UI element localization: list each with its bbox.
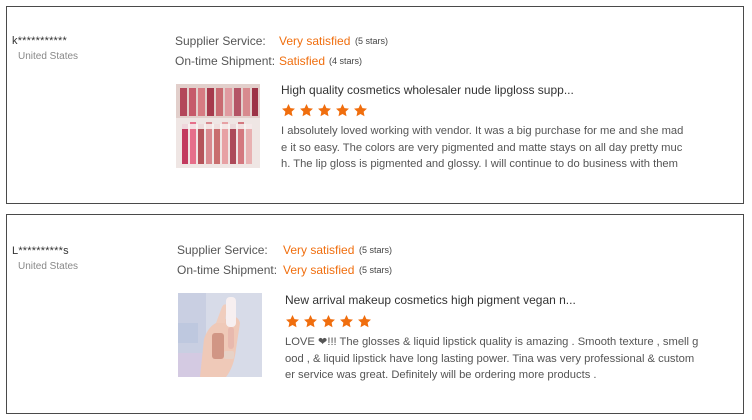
supplier-service-label: Supplier Service: [175, 34, 266, 48]
hand-swatch-photo[interactable] [178, 293, 262, 377]
star-icon [339, 314, 354, 329]
shipment-label: On-time Shipment: [175, 54, 276, 68]
rating-stars [285, 314, 372, 329]
star-icon [285, 314, 300, 329]
shipment-value: Satisfied [279, 54, 326, 68]
star-icon [317, 103, 332, 118]
buyer-country: United States [18, 261, 79, 272]
star-icon [281, 103, 296, 118]
review-card: k*********** United States Supplier Serv… [6, 6, 744, 204]
supplier-service-value: Very satisfied [283, 243, 355, 257]
star-icon [335, 103, 350, 118]
star-icon [321, 314, 336, 329]
review-text: I absolutely loved working with vendor. … [281, 125, 684, 170]
lipgloss-swatch-photo[interactable] [176, 84, 260, 168]
star-icon [303, 314, 318, 329]
buyer-country: United States [18, 51, 79, 62]
buyer-name: L**********s [12, 245, 69, 257]
star-icon [299, 103, 314, 118]
rating-stars [281, 103, 368, 118]
star-icon [353, 103, 368, 118]
shipment-stars: (5 stars) [359, 265, 393, 275]
product-title-link[interactable]: New arrival makeup cosmetics high pigmen… [285, 293, 576, 307]
review-text: LOVE ❤!!! The glosses & liquid lipstick … [285, 336, 699, 381]
shipment-stars: (4 stars) [329, 56, 363, 66]
supplier-service-value: Very satisfied [279, 34, 351, 48]
star-icon [357, 314, 372, 329]
supplier-service-stars: (5 stars) [359, 245, 393, 255]
product-title-link[interactable]: High quality cosmetics wholesaler nude l… [281, 83, 574, 97]
shipment-value: Very satisfied [283, 263, 355, 277]
supplier-service-label: Supplier Service: [177, 243, 268, 257]
review-card: L**********s United States Supplier Serv… [6, 214, 744, 414]
supplier-service-stars: (5 stars) [355, 36, 389, 46]
shipment-label: On-time Shipment: [177, 263, 278, 277]
buyer-name: k*********** [12, 35, 67, 47]
